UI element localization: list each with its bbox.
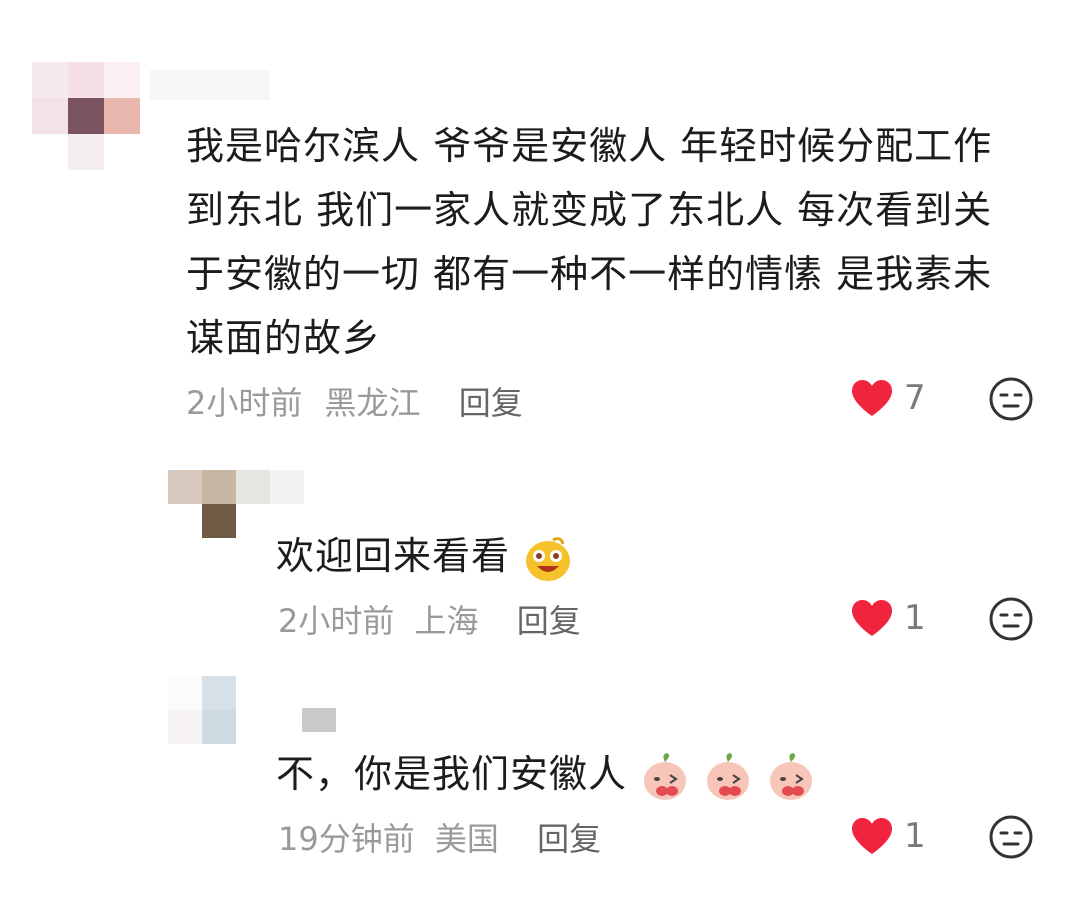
- comment-meta: 2小时前 黑龙江 回复: [186, 378, 523, 424]
- comment-meta: 19分钟前 美国 回复: [278, 814, 601, 860]
- username-blur[interactable]: [150, 70, 270, 100]
- comment-time: 2小时前: [186, 384, 303, 422]
- like-button[interactable]: 7: [850, 378, 926, 418]
- like-count: 1: [904, 816, 926, 856]
- like-count: 7: [904, 378, 926, 418]
- like-count: 1: [904, 598, 926, 638]
- avatar[interactable]: [32, 62, 142, 172]
- comment-text: 我是哈尔滨人 爷爷是安徽人 年轻时候分配工作到东北 我们一家人就变成了东北人 每…: [186, 124, 993, 360]
- comment-location: 上海: [414, 602, 479, 640]
- avatar[interactable]: [168, 676, 348, 746]
- dislike-face-icon[interactable]: [988, 596, 1034, 642]
- reply-button[interactable]: 回复: [537, 820, 601, 858]
- dislike-face-icon[interactable]: [988, 376, 1034, 422]
- comment-text: 不，你是我们安徽人: [276, 742, 816, 806]
- comment-time: 19分钟前: [278, 820, 415, 858]
- heart-icon: [852, 818, 892, 854]
- comment-meta: 2小时前 上海 回复: [278, 596, 581, 642]
- blushing-peach-sticker: [770, 752, 813, 800]
- dislike-face-icon[interactable]: [988, 814, 1034, 860]
- comment-location: 美国: [434, 820, 499, 858]
- laughing-smiley-sticker: [526, 536, 571, 581]
- comment-text-content: 欢迎回来看看: [276, 534, 511, 578]
- like-button[interactable]: 1: [850, 816, 926, 856]
- comment-text: 欢迎回来看看: [276, 524, 573, 588]
- blushing-peach-sticker: [644, 752, 687, 800]
- heart-icon: [852, 600, 892, 636]
- like-button[interactable]: 1: [850, 598, 926, 638]
- comment-time: 2小时前: [278, 602, 395, 640]
- heart-icon: [852, 380, 892, 416]
- blushing-peach-sticker: [707, 752, 750, 800]
- reply-button[interactable]: 回复: [517, 602, 581, 640]
- reply-button[interactable]: 回复: [459, 384, 523, 422]
- comment-text-content: 不，你是我们安徽人: [276, 752, 628, 796]
- comment-location: 黑龙江: [324, 384, 421, 422]
